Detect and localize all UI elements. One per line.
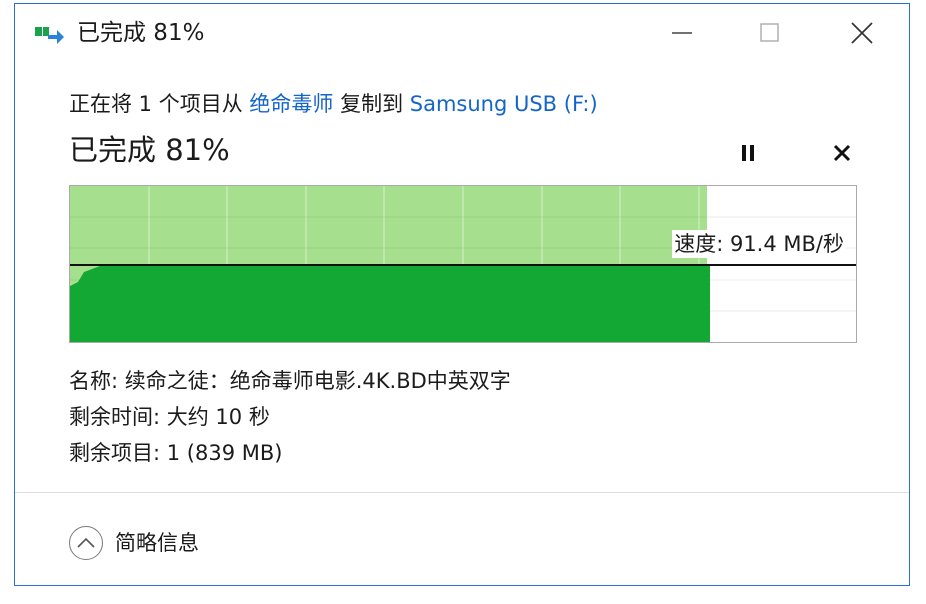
- window-title: 已完成 81%: [77, 20, 205, 46]
- speed-area: [70, 264, 710, 342]
- source-link[interactable]: 绝命毒师: [249, 92, 333, 116]
- copy-prefix: 正在将 1 个项目从: [69, 92, 250, 116]
- copy-arrow-icon: [35, 27, 64, 44]
- copy-description: 正在将 1 个项目从 绝命毒师 复制到 Samsung USB (F:): [69, 90, 598, 118]
- close-button[interactable]: [833, 12, 891, 54]
- fewer-details-toggle[interactable]: 简略信息: [69, 526, 199, 560]
- pause-button[interactable]: [733, 138, 763, 168]
- speed-graph: 速度: 91.4 MB/秒: [69, 185, 857, 343]
- maximize-button[interactable]: [741, 12, 799, 54]
- toggle-button[interactable]: [69, 526, 103, 560]
- toggle-label: 简略信息: [115, 531, 199, 555]
- items-remaining: 剩余项目: 1 (839 MB): [69, 441, 283, 465]
- progress-label: 已完成 81%: [69, 133, 230, 167]
- copy-dialog: 已完成 81% 正在将 1 个项目从 绝命毒师 复制到 Samsung USB …: [14, 3, 910, 586]
- minimize-button[interactable]: [653, 12, 711, 54]
- close-icon: [851, 22, 873, 44]
- pause-icon: [742, 145, 754, 161]
- cancel-icon: [833, 144, 851, 162]
- copy-middle: 复制到: [333, 92, 410, 116]
- speed-graph-canvas: [70, 186, 856, 342]
- speed-label: 速度: 91.4 MB/秒: [672, 230, 846, 258]
- maximize-icon: [760, 23, 779, 42]
- title-bar[interactable]: 已完成 81%: [15, 4, 909, 62]
- cancel-button[interactable]: [827, 138, 857, 168]
- chevron-up-icon: [77, 537, 95, 548]
- destination-link[interactable]: Samsung USB (F:): [410, 92, 598, 116]
- footer-divider: [15, 492, 909, 493]
- minimize-icon: [672, 32, 692, 34]
- item-name: 名称: 续命之徒：绝命毒师电影.4K.BD中英双字: [69, 369, 511, 393]
- time-remaining: 剩余时间: 大约 10 秒: [69, 405, 270, 429]
